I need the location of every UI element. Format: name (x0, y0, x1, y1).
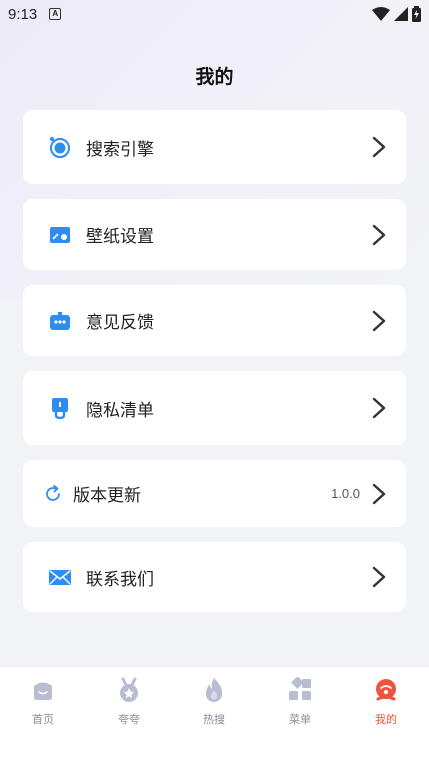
tab-home[interactable]: 首页 (13, 677, 73, 727)
notification-badge: A (49, 8, 62, 20)
mail-icon (48, 565, 72, 589)
privacy-icon (48, 396, 72, 420)
menu-item-wallpaper[interactable]: 壁纸设置 (23, 199, 406, 270)
tab-label: 菜单 (289, 713, 311, 726)
menu-item-label: 壁纸设置 (86, 227, 154, 247)
tab-kuakua[interactable]: 夸夸 (99, 677, 159, 727)
search-engine-icon (48, 135, 72, 159)
battery-icon (412, 6, 421, 22)
status-bar: 9:13 A (0, 0, 429, 28)
profile-icon (373, 677, 399, 703)
tab-label: 夸夸 (118, 713, 140, 726)
menu-item-label: 隐私清单 (86, 400, 154, 421)
chevron-right-icon (372, 483, 386, 504)
menu-item-search-engine[interactable]: 搜索引擎 (23, 110, 406, 184)
status-indicators (372, 6, 421, 22)
menu-item-privacy[interactable]: 隐私清单 (23, 371, 406, 445)
grid-icon (287, 677, 313, 703)
menu-item-label: 联系我们 (86, 569, 154, 590)
chevron-right-icon (372, 566, 386, 588)
menu-item-contact-us[interactable]: 联系我们 (23, 542, 406, 612)
wallpaper-icon (48, 223, 72, 247)
feedback-icon (48, 309, 72, 333)
chevron-right-icon (372, 224, 386, 245)
menu-item-version-update[interactable]: 版本更新 1.0.0 (23, 460, 406, 527)
version-number: 1.0.0 (331, 486, 360, 501)
tab-label: 我的 (375, 713, 397, 726)
chevron-right-icon (372, 310, 386, 331)
wifi-icon (372, 7, 390, 21)
tab-label: 热搜 (203, 713, 225, 726)
tab-hot-search[interactable]: 热搜 (184, 677, 244, 727)
menu-item-label: 版本更新 (73, 486, 141, 506)
medal-icon (116, 677, 142, 703)
signal-icon (394, 7, 408, 21)
menu-item-label: 意见反馈 (86, 313, 154, 333)
tab-mine[interactable]: 我的 (356, 677, 416, 727)
refresh-icon (41, 482, 65, 506)
home-icon (30, 677, 56, 703)
chevron-right-icon (372, 397, 386, 419)
flame-icon (201, 677, 227, 703)
page-title: 我的 (195, 66, 234, 88)
menu-item-feedback[interactable]: 意见反馈 (23, 285, 406, 356)
status-time: 9:13 (8, 5, 38, 23)
menu-item-label: 搜索引擎 (86, 139, 154, 160)
tab-menu[interactable]: 菜单 (270, 677, 330, 727)
chevron-right-icon (372, 136, 386, 158)
bottom-tab-bar: 首页 夸夸 热搜 菜单 我的 (0, 666, 429, 762)
tab-label: 首页 (32, 713, 54, 726)
